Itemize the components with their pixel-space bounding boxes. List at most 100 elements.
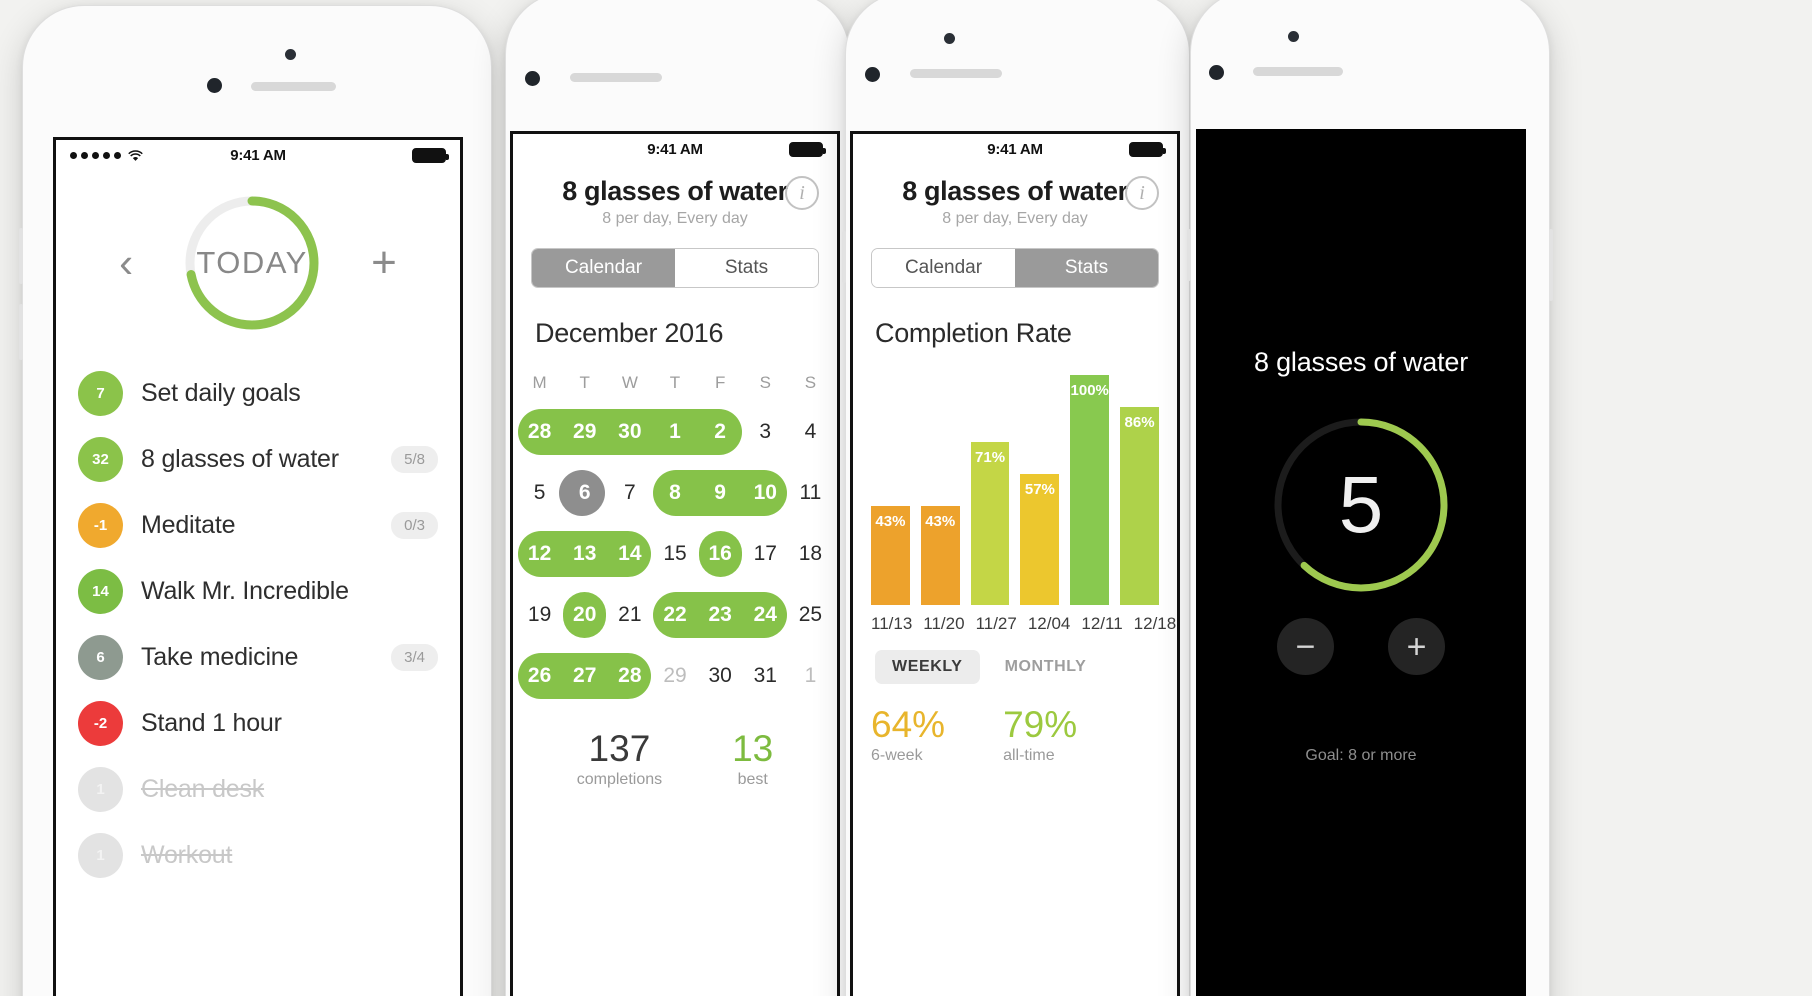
today-label: TODAY xyxy=(196,245,308,280)
habit-counter: 5/8 xyxy=(391,445,438,473)
increment-button[interactable]: + xyxy=(1388,618,1445,675)
x-axis-tick-label: 11/13 xyxy=(871,614,913,633)
calendar-day-cell[interactable]: 28 xyxy=(607,645,652,706)
calendar-stat: 137 completions xyxy=(577,728,662,789)
phone4-speaker xyxy=(1253,67,1343,76)
habit-subtitle: 8 per day, Every day xyxy=(942,210,1088,227)
calendar-day-cell[interactable]: 29 xyxy=(652,645,697,706)
phone4-volume-up-button[interactable] xyxy=(1187,229,1191,281)
habit-row[interactable]: 14 Walk Mr. Incredible xyxy=(56,558,460,624)
habit-row[interactable]: 6 Take medicine 3/4 xyxy=(56,624,460,690)
tab-calendar[interactable]: Calendar xyxy=(532,249,675,287)
habit-row[interactable]: -2 Stand 1 hour xyxy=(56,690,460,756)
toggle-weekly[interactable]: WEEKLY xyxy=(875,650,980,684)
tab-calendar[interactable]: Calendar xyxy=(872,249,1015,287)
calendar-day-cell[interactable]: 22 xyxy=(652,584,697,645)
previous-day-button[interactable]: ‹ xyxy=(119,242,133,284)
calendar-day-cell[interactable]: 16 xyxy=(698,523,743,584)
calendar-day-cell[interactable]: 17 xyxy=(743,523,788,584)
bar: 43% xyxy=(871,506,910,605)
phone1-volume-down-button[interactable] xyxy=(19,304,23,360)
calendar-day-cell[interactable]: 14 xyxy=(607,523,652,584)
habit-row[interactable]: 7 Set daily goals xyxy=(56,360,460,426)
phone3-volume-up-button[interactable] xyxy=(842,231,846,283)
calendar-day-cell[interactable]: 29 xyxy=(562,401,607,462)
calendar-day-cell[interactable]: 1 xyxy=(788,645,833,706)
stat-label: all-time xyxy=(1003,747,1055,764)
habit-row[interactable]: 1 Workout xyxy=(56,822,460,888)
calendar-weekday: F xyxy=(714,373,726,392)
chart-stat: 64% 6-week xyxy=(871,704,945,765)
calendar-day-cell[interactable]: 21 xyxy=(607,584,652,645)
calendar-day-cell[interactable]: 15 xyxy=(652,523,697,584)
calendar-day-cell[interactable]: 27 xyxy=(562,645,607,706)
decrement-button[interactable]: − xyxy=(1277,618,1334,675)
bar-column: 71% xyxy=(970,375,1010,605)
calendar-day-cell[interactable]: 3 xyxy=(743,401,788,462)
phone4-camera-icon xyxy=(1209,65,1224,80)
habit-subtitle: 8 per day, Every day xyxy=(602,210,748,227)
calendar-day-cell[interactable]: 9 xyxy=(698,462,743,523)
phone1-volume-up-button[interactable] xyxy=(19,228,23,284)
bar: 57% xyxy=(1020,473,1060,605)
calendar-day-cell[interactable]: 4 xyxy=(788,401,833,462)
calendar-day-cell[interactable]: 8 xyxy=(652,462,697,523)
calendar-week-row: 26 27 28 29 30 31 1 xyxy=(517,645,833,706)
habit-name: Workout xyxy=(141,840,233,869)
chart-period-toggle[interactable]: WEEKLY MONTHLY xyxy=(853,634,1177,684)
battery-icon xyxy=(412,147,449,163)
phone1-status-bar: 9:41 AM xyxy=(56,140,460,170)
today-header: ‹ TODAY + xyxy=(56,170,460,352)
bar-value-label: 86% xyxy=(1124,414,1155,432)
phone3-detail-header: 8 glasses of water 8 per day, Every day … xyxy=(853,164,1177,234)
add-habit-button[interactable]: + xyxy=(371,241,397,285)
info-icon[interactable]: i xyxy=(785,176,819,210)
calendar-day-cell[interactable]: 25 xyxy=(788,584,833,645)
calendar-day-cell[interactable]: 11 xyxy=(788,462,833,523)
phone4-power-button[interactable] xyxy=(1549,229,1553,301)
calendar-day-cell[interactable]: 24 xyxy=(743,584,788,645)
calendar-day-cell[interactable]: 13 xyxy=(562,523,607,584)
completion-rate-bar-chart: 43% 43% 71% 57% 100% 86% xyxy=(853,375,1177,605)
tab-stats[interactable]: Stats xyxy=(675,249,818,287)
phone2-segmented-control[interactable]: Calendar Stats xyxy=(531,248,819,288)
calendar-day-cell[interactable]: 28 xyxy=(517,401,562,462)
habit-row[interactable]: 1 Clean desk xyxy=(56,756,460,822)
habit-counter: 3/4 xyxy=(391,643,438,671)
calendar-month-label: December 2016 xyxy=(535,318,724,348)
calendar-day-cell[interactable]: 26 xyxy=(517,645,562,706)
calendar-day-cell[interactable]: 30 xyxy=(698,645,743,706)
chart-footer-stats: 64% 6-week 79% all-time xyxy=(853,684,1177,765)
bar-column: 43% xyxy=(920,375,960,605)
calendar-day-cell[interactable]: 20 xyxy=(562,584,607,645)
calendar-day-cell[interactable]: 5 xyxy=(517,462,562,523)
bar-column: 43% xyxy=(871,375,910,605)
calendar-day-cell[interactable]: 12 xyxy=(517,523,562,584)
habit-streak-badge: 1 xyxy=(78,766,123,812)
calendar-day-cell[interactable]: 6 xyxy=(562,462,607,523)
calendar-day-cell[interactable]: 2 xyxy=(698,401,743,462)
habit-row[interactable]: 32 8 glasses of water 5/8 xyxy=(56,426,460,492)
calendar-day-cell[interactable]: 31 xyxy=(743,645,788,706)
calendar-day-cell[interactable]: 18 xyxy=(788,523,833,584)
chart-stat: 79% all-time xyxy=(1003,704,1077,765)
phone1-camera-icon xyxy=(207,78,222,93)
habit-name: 8 glasses of water xyxy=(141,444,339,473)
phone3-status-bar: 9:41 AM xyxy=(853,134,1177,164)
calendar-weekday-row: MTWTFSS xyxy=(517,365,833,401)
tab-stats[interactable]: Stats xyxy=(1015,249,1158,287)
info-icon[interactable]: i xyxy=(1125,176,1159,210)
today-progress-ring[interactable]: TODAY xyxy=(177,188,327,338)
calendar-day-cell[interactable]: 23 xyxy=(698,584,743,645)
phone3-segmented-control[interactable]: Calendar Stats xyxy=(871,248,1159,288)
phone4-progress-ring[interactable]: 5 xyxy=(1266,410,1456,600)
toggle-monthly[interactable]: MONTHLY xyxy=(988,650,1104,684)
habit-row[interactable]: -1 Meditate 0/3 xyxy=(56,492,460,558)
calendar-day-cell[interactable]: 7 xyxy=(607,462,652,523)
calendar-day-cell[interactable]: 10 xyxy=(743,462,788,523)
calendar-day-cell[interactable]: 1 xyxy=(652,401,697,462)
x-axis-tick-label: 11/20 xyxy=(923,614,965,633)
x-axis-tick-label: 12/18 xyxy=(1133,614,1177,633)
calendar-day-cell[interactable]: 19 xyxy=(517,584,562,645)
calendar-day-cell[interactable]: 30 xyxy=(607,401,652,462)
